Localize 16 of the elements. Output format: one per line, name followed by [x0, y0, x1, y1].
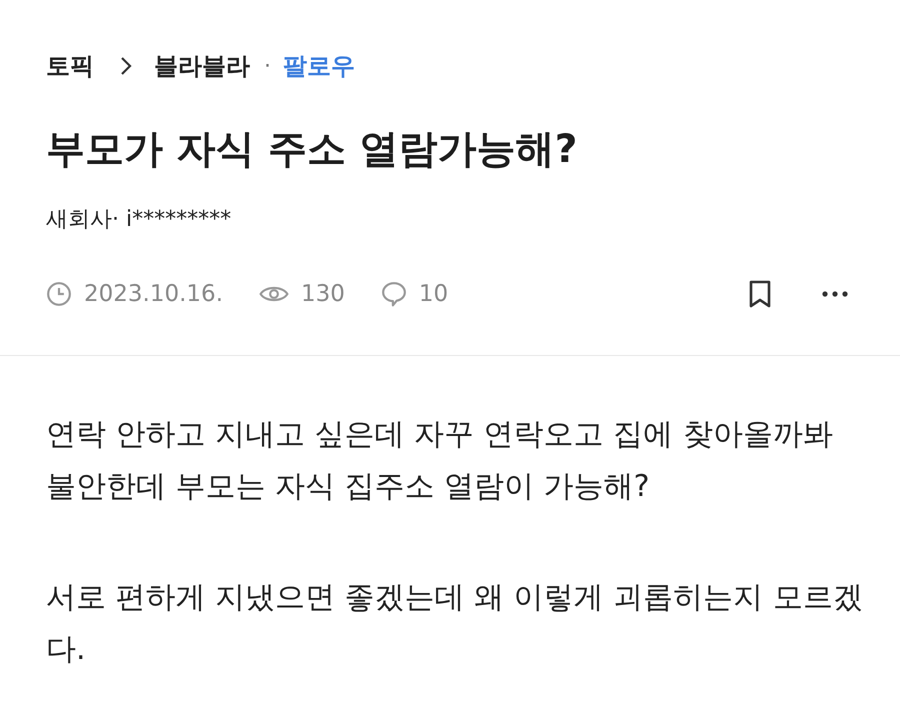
post-date: 2023.10.16.: [84, 281, 223, 307]
board-link[interactable]: 블라블라: [154, 50, 250, 82]
body-paragraph: 서로 편하게 지냈으면 좋겠는데 왜 이렇게 괴롭히는지 모르겠다.: [46, 579, 864, 669]
follow-link[interactable]: 팔로우: [283, 50, 355, 82]
clock-icon: [46, 281, 72, 307]
more-icon: [822, 291, 848, 297]
separator-dot: ·: [264, 54, 271, 78]
post-title: 부모가 자식 주소 열람가능해?: [46, 126, 578, 174]
comment-count: 10: [418, 281, 448, 307]
author-info: 새회사· i*********: [46, 206, 232, 234]
comment-icon: [380, 281, 407, 307]
chevron-right-icon: [120, 56, 132, 76]
body-paragraph: 연락 안하고 지내고 싶은데 자꾸 연락오고 집에 찾아올까봐 불안한데 부모는 자식 집주소 열람이 가능해?: [46, 416, 834, 506]
view-count: 130: [301, 281, 345, 307]
topic-link[interactable]: 토픽: [46, 50, 94, 82]
eye-icon: [259, 284, 289, 304]
